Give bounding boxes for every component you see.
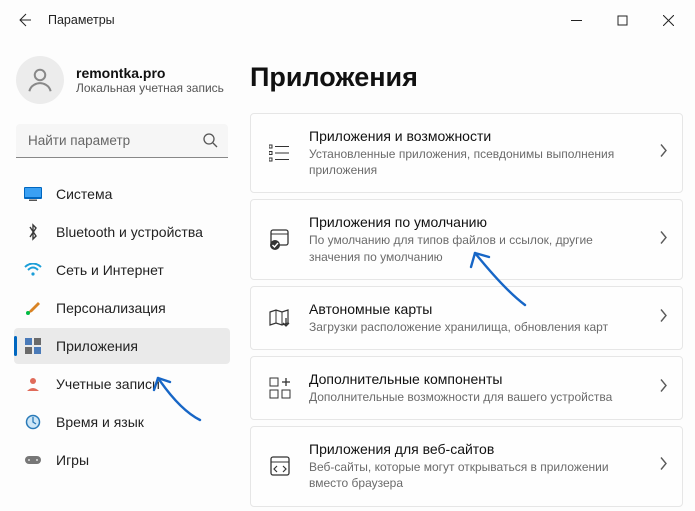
card-title: Приложения и возможности [309, 128, 638, 144]
window-title: Параметры [48, 13, 115, 27]
minimize-button[interactable] [553, 4, 599, 36]
sidebar-item-label: Система [56, 186, 112, 202]
sidebar-item-accounts[interactable]: Учетные записи [14, 366, 230, 402]
search-box[interactable] [16, 124, 228, 158]
sidebar-item-label: Игры [56, 452, 89, 468]
sidebar-item-label: Приложения [56, 338, 138, 354]
nav-list: Система Bluetooth и устройства Сеть и Ин… [14, 176, 230, 478]
window-controls [553, 4, 691, 36]
chevron-right-icon [659, 144, 668, 163]
card-list: Приложения и возможности Установленные п… [250, 113, 683, 507]
card-offline-maps[interactable]: Автономные карты Загрузки расположение х… [250, 286, 683, 350]
sidebar-item-gaming[interactable]: Игры [14, 442, 230, 478]
chevron-right-icon [659, 457, 668, 476]
user-icon [25, 65, 55, 95]
sidebar-item-system[interactable]: Система [14, 176, 230, 212]
sidebar-item-network[interactable]: Сеть и Интернет [14, 252, 230, 288]
apps-icon [24, 337, 42, 355]
add-grid-icon [267, 375, 293, 401]
sidebar-item-label: Сеть и Интернет [56, 262, 164, 278]
card-optional-features[interactable]: Дополнительные компоненты Дополнительные… [250, 356, 683, 420]
page-title: Приложения [250, 62, 683, 93]
search-icon [202, 132, 218, 153]
website-app-icon [267, 453, 293, 479]
back-button[interactable] [4, 0, 44, 40]
chevron-right-icon [659, 308, 668, 327]
wifi-icon [24, 261, 42, 279]
map-icon [267, 305, 293, 331]
default-app-icon [267, 227, 293, 253]
sidebar-item-label: Учетные записи [56, 376, 160, 392]
sidebar-item-apps[interactable]: Приложения [14, 328, 230, 364]
search-input[interactable] [16, 124, 228, 158]
sidebar-item-label: Bluetooth и устройства [56, 224, 203, 240]
gamepad-icon [24, 451, 42, 469]
sidebar: remontka.pro Локальная учетная запись Си… [0, 40, 240, 511]
bluetooth-icon [24, 223, 42, 241]
card-title: Автономные карты [309, 301, 638, 317]
titlebar: Параметры [0, 0, 695, 40]
user-block[interactable]: remontka.pro Локальная учетная запись [16, 56, 230, 104]
user-name: remontka.pro [76, 65, 224, 81]
sidebar-item-time-language[interactable]: Время и язык [14, 404, 230, 440]
minimize-icon [571, 15, 582, 26]
card-subtitle: По умолчанию для типов файлов и ссылок, … [309, 232, 638, 264]
maximize-button[interactable] [599, 4, 645, 36]
sidebar-item-personalization[interactable]: Персонализация [14, 290, 230, 326]
chevron-right-icon [659, 230, 668, 249]
card-apps-features[interactable]: Приложения и возможности Установленные п… [250, 113, 683, 193]
sidebar-item-label: Персонализация [56, 300, 166, 316]
card-default-apps[interactable]: Приложения по умолчанию По умолчанию для… [250, 199, 683, 279]
card-title: Приложения по умолчанию [309, 214, 638, 230]
card-subtitle: Загрузки расположение хранилища, обновле… [309, 319, 638, 335]
close-icon [663, 15, 674, 26]
arrow-left-icon [16, 12, 32, 28]
card-subtitle: Дополнительные возможности для вашего ус… [309, 389, 638, 405]
avatar [16, 56, 64, 104]
sidebar-item-bluetooth[interactable]: Bluetooth и устройства [14, 214, 230, 250]
sidebar-item-label: Время и язык [56, 414, 144, 430]
card-apps-for-websites[interactable]: Приложения для веб-сайтов Веб-сайты, кот… [250, 426, 683, 506]
card-subtitle: Установленные приложения, псевдонимы вып… [309, 146, 638, 178]
user-icon [24, 375, 42, 393]
card-title: Приложения для веб-сайтов [309, 441, 638, 457]
card-subtitle: Веб-сайты, которые могут открываться в п… [309, 459, 638, 491]
chevron-right-icon [659, 379, 668, 398]
user-subtitle: Локальная учетная запись [76, 81, 224, 95]
maximize-icon [617, 15, 628, 26]
list-icon [267, 140, 293, 166]
clock-globe-icon [24, 413, 42, 431]
main-content: Приложения Приложения и возможности Уста… [240, 40, 695, 511]
card-title: Дополнительные компоненты [309, 371, 638, 387]
monitor-icon [24, 185, 42, 203]
close-button[interactable] [645, 4, 691, 36]
brush-icon [24, 299, 42, 317]
